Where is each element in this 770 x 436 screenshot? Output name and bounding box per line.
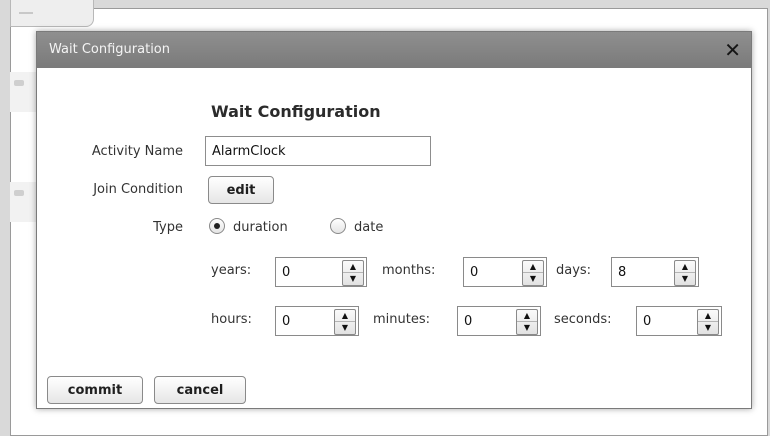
background-panel-stub (10, 182, 37, 222)
months-spin-buttons[interactable]: ▲ ▼ (522, 260, 544, 286)
years-input[interactable] (276, 258, 342, 286)
radio-date-label: date (354, 220, 384, 235)
minutes-input[interactable] (458, 307, 516, 335)
spin-up-icon[interactable]: ▲ (523, 261, 543, 273)
minutes-label: minutes: (373, 312, 431, 327)
years-label: years: (211, 263, 252, 278)
spin-down-icon[interactable]: ▼ (335, 322, 355, 334)
radio-unchecked-icon[interactable] (330, 218, 346, 234)
seconds-label: seconds: (554, 312, 612, 327)
hours-input[interactable] (276, 307, 334, 335)
radio-duration[interactable]: duration (209, 218, 288, 235)
days-input[interactable] (612, 258, 674, 286)
spin-up-icon[interactable]: ▲ (335, 310, 355, 322)
join-condition-label: Join Condition (93, 182, 183, 197)
spin-down-icon[interactable]: ▼ (675, 273, 695, 285)
edit-button[interactable]: edit (208, 176, 274, 204)
cancel-button[interactable]: cancel (154, 376, 246, 404)
months-label: months: (382, 263, 436, 278)
background-panel-stub (10, 72, 37, 112)
hours-label: hours: (211, 312, 252, 327)
spin-up-icon[interactable]: ▲ (343, 261, 363, 273)
spin-up-icon[interactable]: ▲ (698, 310, 718, 322)
background-tab (10, 0, 94, 27)
years-spinner[interactable]: ▲ ▼ (275, 257, 367, 287)
days-spin-buttons[interactable]: ▲ ▼ (674, 260, 696, 286)
activity-name-label: Activity Name (91, 144, 183, 159)
seconds-spin-buttons[interactable]: ▲ ▼ (697, 309, 719, 335)
dialog-title: Wait Configuration (49, 42, 170, 57)
radio-checked-icon[interactable] (209, 218, 225, 234)
dialog-titlebar[interactable]: Wait Configuration ✕ (37, 32, 751, 68)
radio-duration-label: duration (233, 220, 288, 235)
minutes-spin-buttons[interactable]: ▲ ▼ (516, 309, 538, 335)
activity-name-input[interactable] (205, 136, 431, 166)
hours-spin-buttons[interactable]: ▲ ▼ (334, 309, 356, 335)
seconds-spinner[interactable]: ▲ ▼ (636, 306, 722, 336)
type-label: Type (153, 220, 183, 235)
form-heading: Wait Configuration (211, 102, 381, 121)
months-input[interactable] (464, 258, 522, 286)
seconds-input[interactable] (637, 307, 697, 335)
days-spinner[interactable]: ▲ ▼ (611, 257, 699, 287)
spin-down-icon[interactable]: ▼ (517, 322, 537, 334)
months-spinner[interactable]: ▲ ▼ (463, 257, 547, 287)
spin-down-icon[interactable]: ▼ (523, 273, 543, 285)
spin-down-icon[interactable]: ▼ (343, 273, 363, 285)
spin-down-icon[interactable]: ▼ (698, 322, 718, 334)
wait-configuration-dialog: Wait Configuration ✕ Wait Configuration … (36, 31, 752, 409)
close-icon[interactable]: ✕ (724, 37, 741, 63)
spin-up-icon[interactable]: ▲ (517, 310, 537, 322)
days-label: days: (556, 263, 592, 278)
spin-up-icon[interactable]: ▲ (675, 261, 695, 273)
commit-button[interactable]: commit (47, 376, 143, 404)
years-spin-buttons[interactable]: ▲ ▼ (342, 260, 364, 286)
radio-date[interactable]: date (330, 218, 383, 235)
hours-spinner[interactable]: ▲ ▼ (275, 306, 359, 336)
minutes-spinner[interactable]: ▲ ▼ (457, 306, 541, 336)
